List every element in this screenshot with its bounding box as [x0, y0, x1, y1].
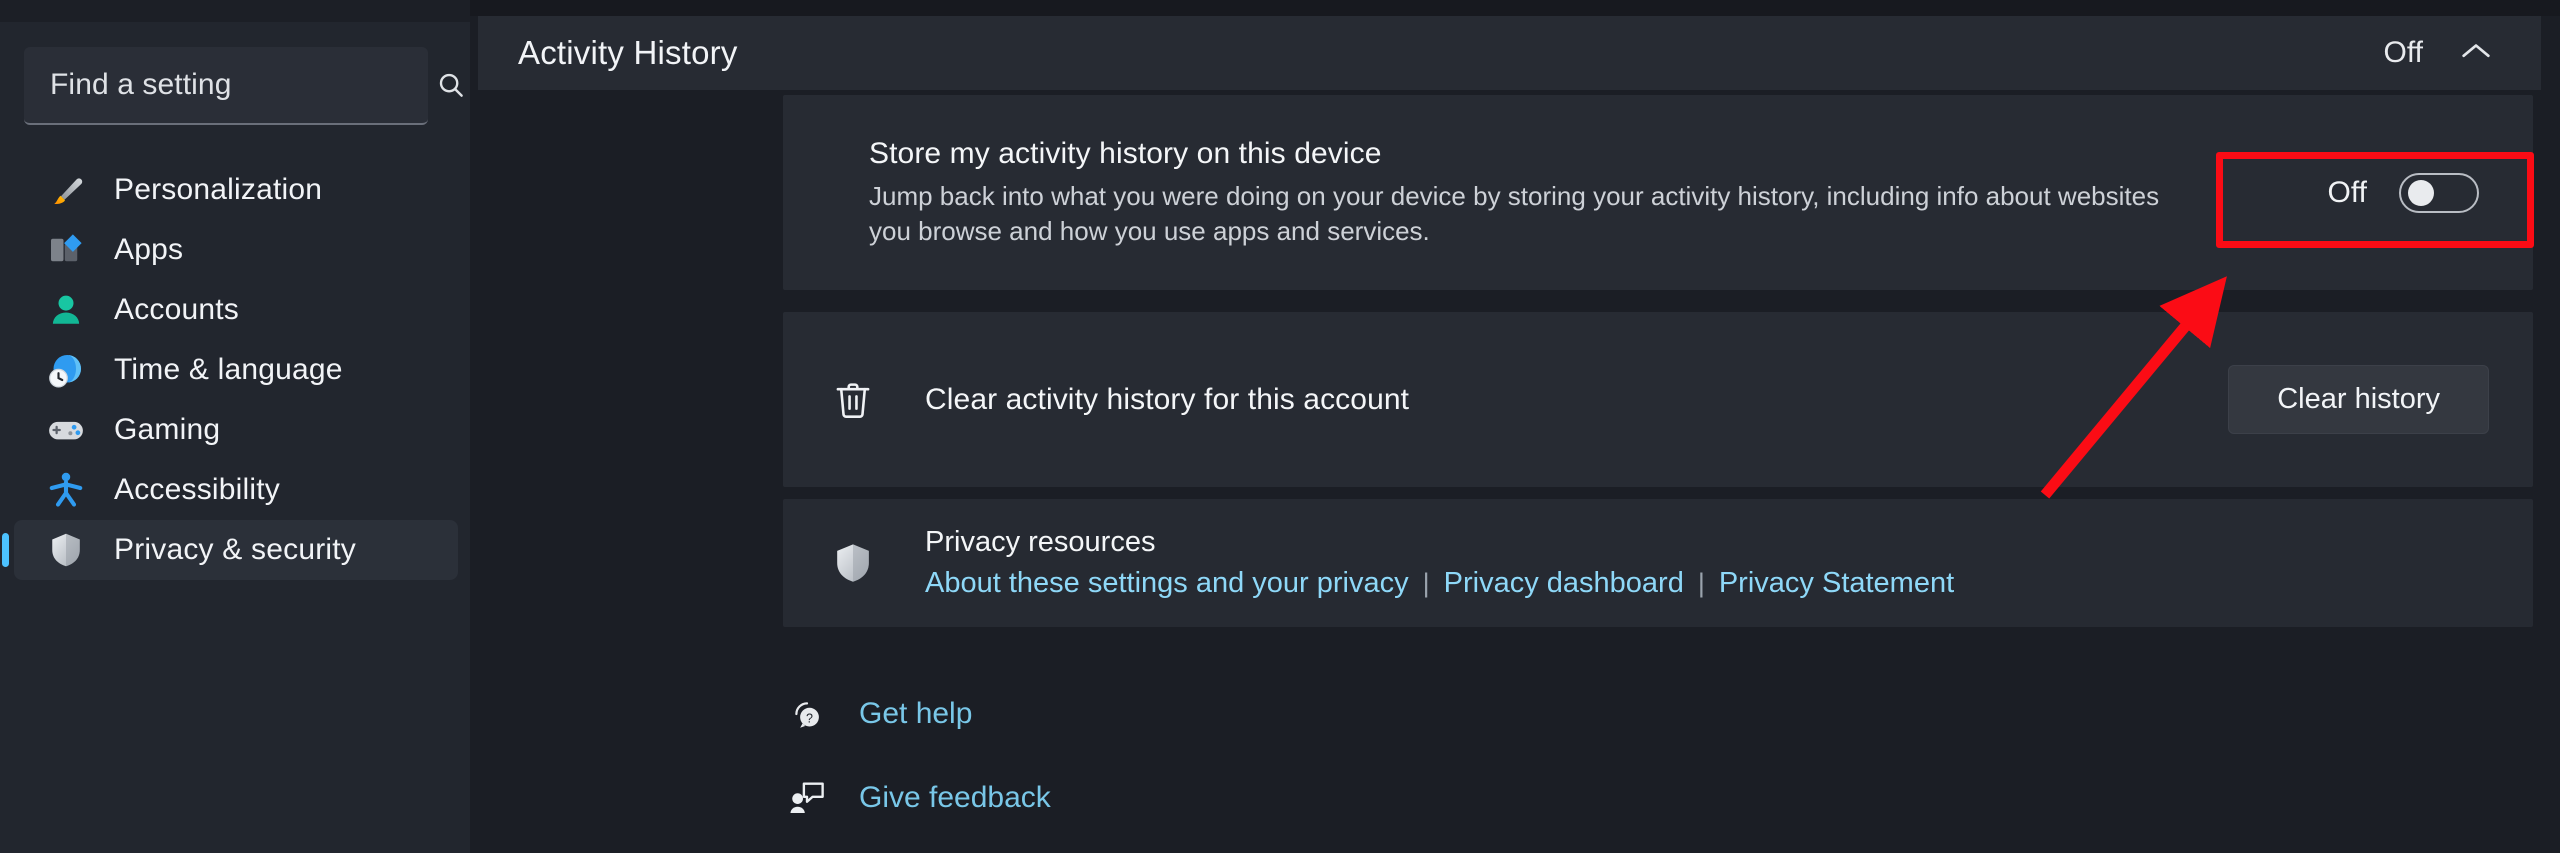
store-activity-texts: Store my activity history on this device…: [869, 137, 2169, 248]
toggle-state-label: Off: [2327, 175, 2367, 209]
accessibility-person-icon: [44, 468, 88, 512]
sidebar-top-strip: [0, 0, 470, 22]
main-content: Activity History Off Store my activity h…: [470, 0, 2560, 853]
page-title: Activity History: [518, 34, 738, 71]
shield-icon: [817, 527, 889, 599]
give-feedback-row[interactable]: Give feedback: [783, 774, 1051, 822]
sidebar: Personalization Apps: [0, 0, 470, 853]
status-badge: Off: [2383, 36, 2423, 69]
chevron-up-icon[interactable]: [2459, 40, 2493, 67]
give-feedback-link[interactable]: Give feedback: [859, 781, 1051, 815]
help-question-icon: ?: [783, 690, 831, 738]
sidebar-item-privacy-security[interactable]: Privacy & security: [14, 520, 458, 580]
privacy-statement-link[interactable]: Privacy Statement: [1719, 567, 1954, 600]
clear-activity-label: Clear activity history for this account: [925, 382, 1410, 416]
search-box[interactable]: [24, 47, 463, 125]
sidebar-item-label: Personalization: [114, 173, 323, 206]
sidebar-item-accounts[interactable]: Accounts: [14, 280, 458, 340]
get-help-row[interactable]: ? Get help: [783, 690, 1051, 738]
sidebar-item-personalization[interactable]: Personalization: [14, 160, 458, 220]
svg-text:?: ?: [806, 711, 813, 725]
sidebar-item-accessibility[interactable]: Accessibility: [14, 460, 458, 520]
about-these-settings-link[interactable]: About these settings and your privacy: [925, 567, 1409, 600]
person-icon: [44, 288, 88, 332]
sidebar-item-label: Accessibility: [114, 473, 280, 506]
footer-links: ? Get help Give feedback: [783, 690, 1051, 822]
sidebar-item-label: Privacy & security: [114, 533, 356, 566]
clock-globe-icon: [44, 348, 88, 392]
sidebar-item-apps[interactable]: Apps: [14, 220, 458, 280]
search-icon[interactable]: [436, 46, 466, 124]
gamepad-icon: [44, 408, 88, 452]
sidebar-item-label: Apps: [114, 233, 184, 266]
sidebar-item-time-language[interactable]: Time & language: [14, 340, 458, 400]
store-activity-title: Store my activity history on this device: [869, 136, 1382, 170]
activity-history-toggle[interactable]: [2399, 172, 2479, 213]
link-separator: |: [1422, 568, 1430, 598]
sidebar-item-label: Gaming: [114, 413, 221, 446]
get-help-link[interactable]: Get help: [859, 697, 972, 731]
shield-icon: [44, 528, 88, 572]
trash-icon: [817, 364, 889, 436]
store-activity-control: Off: [2327, 172, 2489, 213]
sidebar-item-gaming[interactable]: Gaming: [14, 400, 458, 460]
store-activity-description: Jump back into what you were doing on yo…: [869, 180, 2160, 246]
privacy-resources-title: Privacy resources: [925, 526, 1156, 558]
clear-activity-history-card: Clear activity history for this account …: [783, 312, 2533, 487]
toggle-knob: [2408, 179, 2434, 206]
apps-icon: [44, 228, 88, 272]
privacy-resources-texts: Privacy resources About these settings a…: [925, 526, 1954, 600]
paintbrush-icon: [44, 168, 88, 212]
activity-history-section-header[interactable]: Activity History Off: [478, 16, 2541, 90]
search-input[interactable]: [24, 68, 436, 102]
sidebar-nav: Personalization Apps Accounts Time & lan…: [0, 160, 470, 580]
privacy-resources-card: Privacy resources About these settings a…: [783, 499, 2533, 627]
link-separator: |: [1697, 568, 1705, 598]
settings-window: Personalization Apps: [0, 0, 2560, 853]
feedback-icon: [783, 774, 831, 822]
sidebar-item-label: Accounts: [114, 293, 239, 326]
sidebar-item-label: Time & language: [114, 353, 343, 386]
privacy-resources-links: About these settings and your privacy | …: [925, 567, 1954, 600]
section-header-right: Off: [2384, 36, 2493, 70]
privacy-dashboard-link[interactable]: Privacy dashboard: [1444, 567, 1684, 600]
store-activity-history-card: Store my activity history on this device…: [783, 95, 2533, 290]
clear-history-button[interactable]: Clear history: [2228, 365, 2489, 434]
main-top-strip: [470, 0, 2560, 16]
